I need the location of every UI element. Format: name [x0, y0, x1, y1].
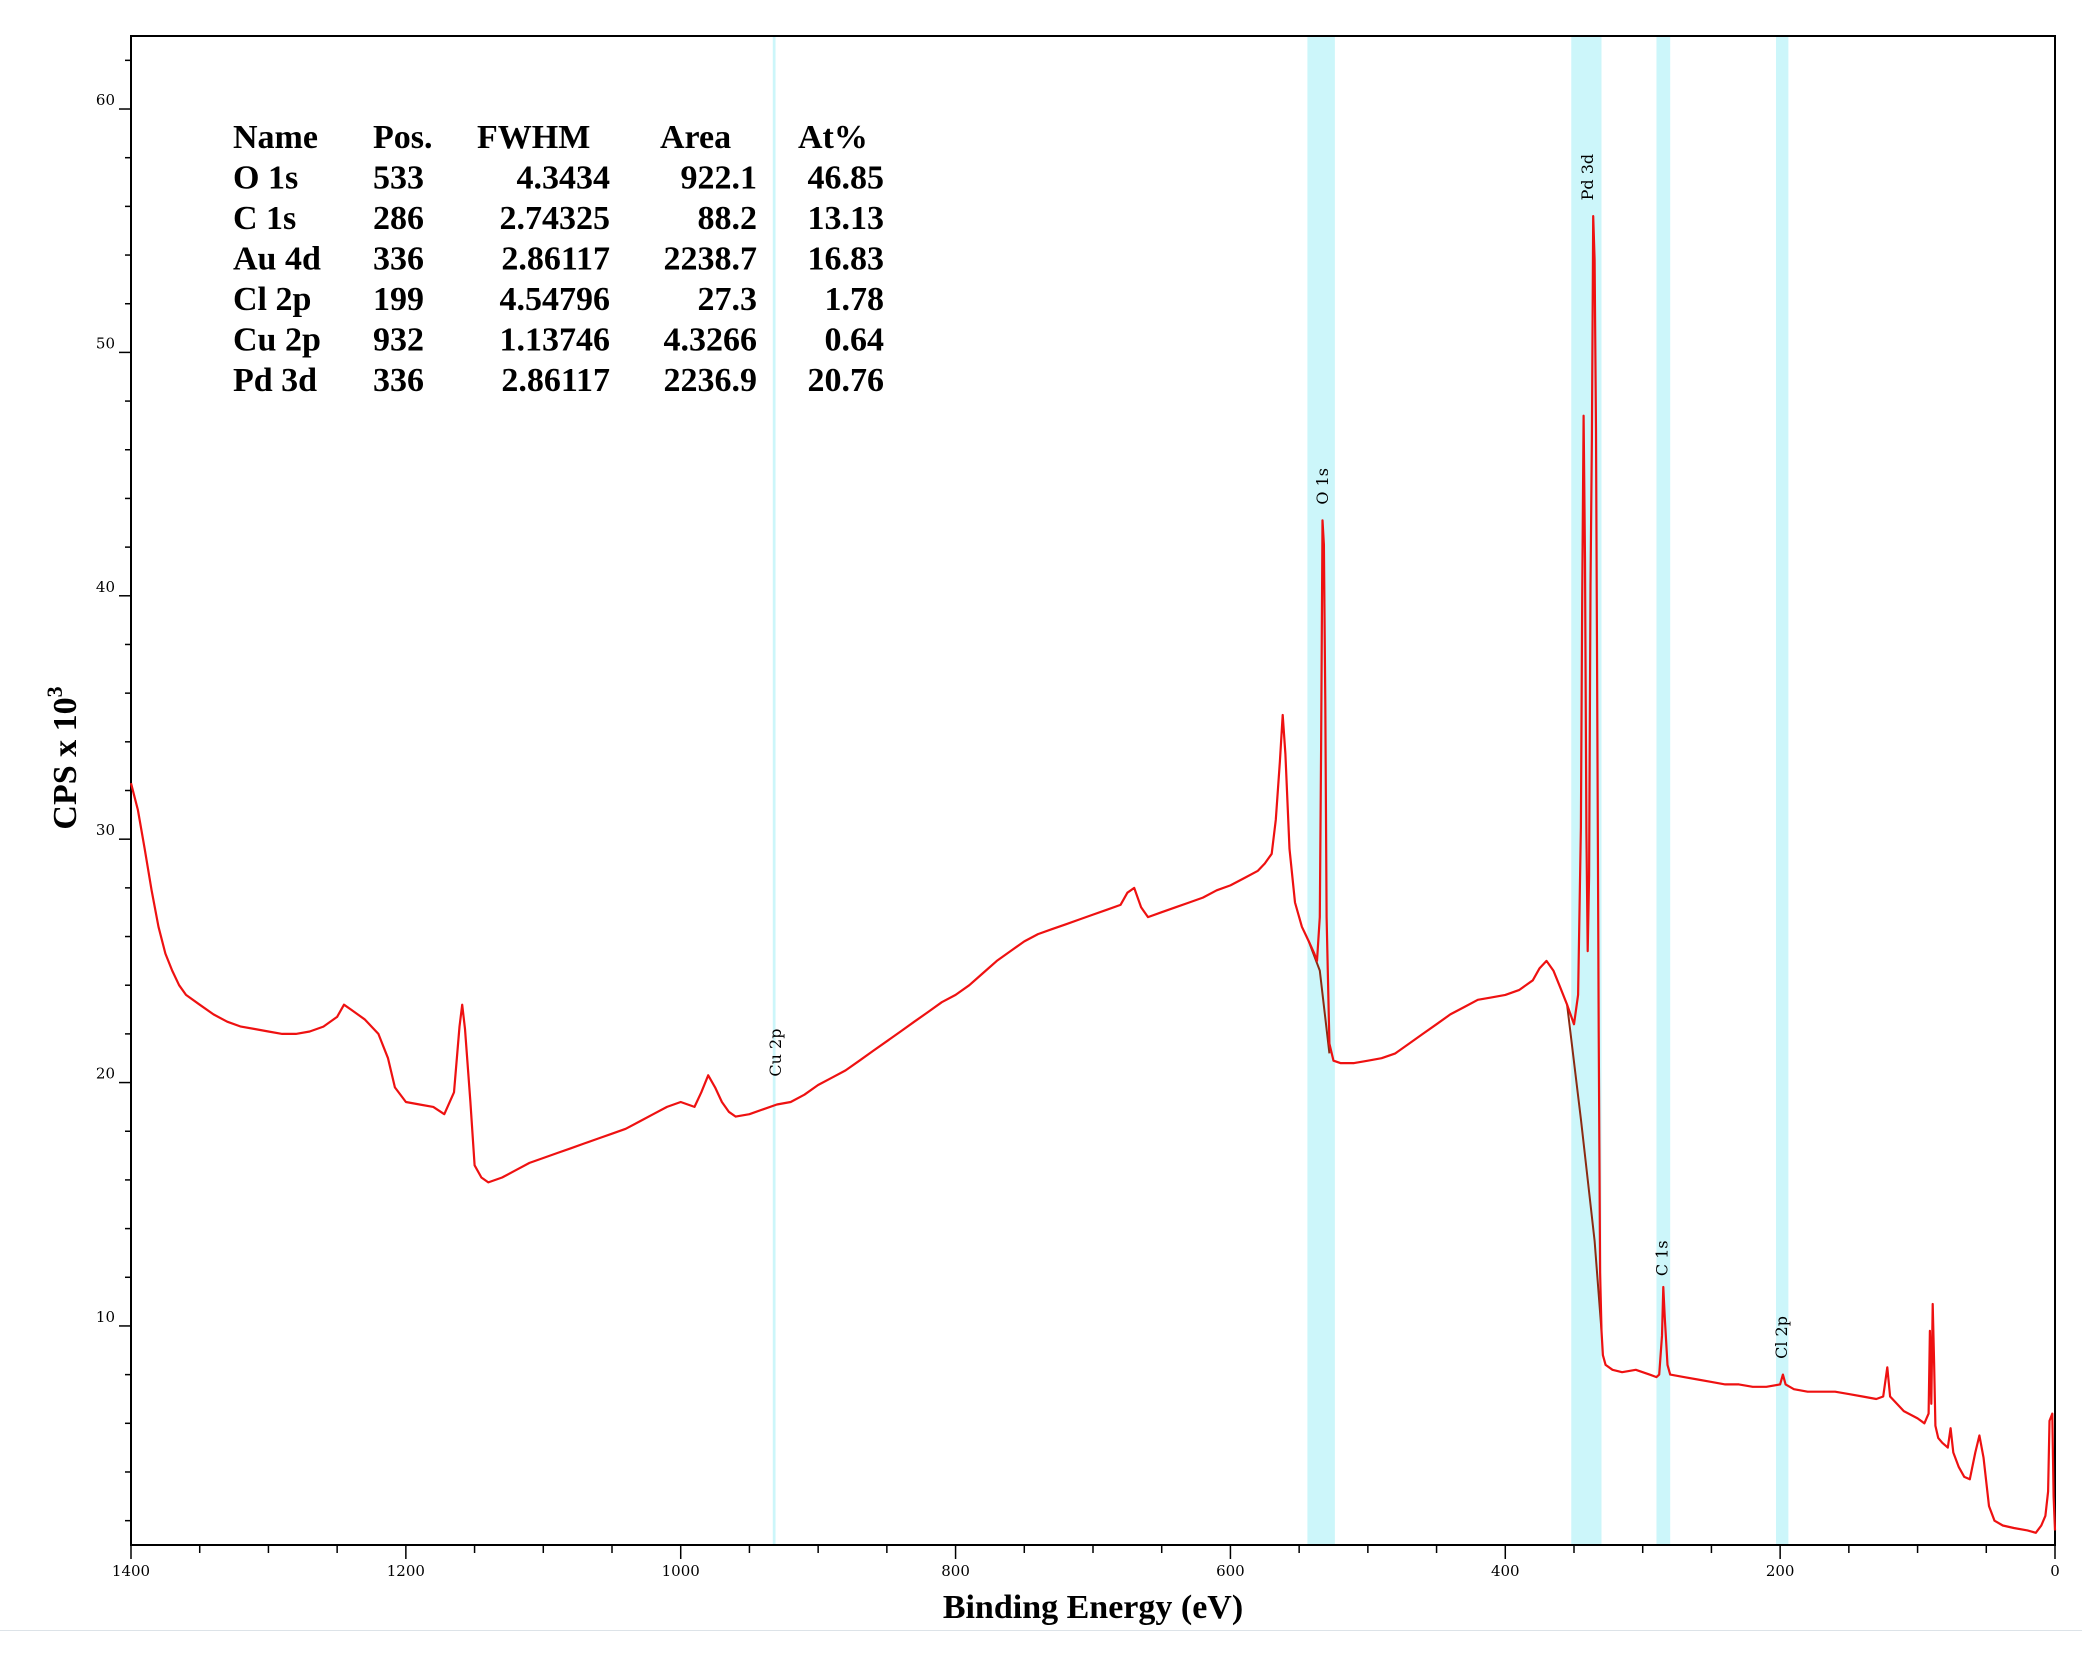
peak-regions	[772, 36, 1789, 1545]
peak-label-c-1s: C 1s	[1652, 1240, 1671, 1276]
peak-label-o-1s: O 1s	[1313, 468, 1332, 505]
table-cell: 20.76	[808, 362, 885, 399]
table-cell: 0.64	[825, 322, 885, 359]
table-header-fwhm: FWHM	[477, 119, 590, 156]
bottom-divider	[0, 1630, 2082, 1631]
table-cell: 199	[373, 281, 424, 318]
table-cell: 1.13746	[500, 322, 611, 359]
x-tick-label: 600	[1216, 1562, 1245, 1580]
table-header-area: Area	[660, 119, 731, 156]
x-tick-label: 200	[1766, 1562, 1795, 1580]
table-cell: 336	[373, 241, 424, 278]
background-baselines	[1307, 941, 1603, 1331]
table-header-pos: Pos.	[373, 119, 433, 156]
table-header-at: At%	[798, 119, 868, 156]
table-header-name: Name	[233, 119, 318, 156]
table-cell: 336	[373, 362, 424, 399]
y-tick-label: 10	[96, 1308, 115, 1326]
table-cell: Au 4d	[233, 241, 321, 278]
x-axis-title: Binding Energy (eV)	[943, 1589, 1243, 1626]
table-cell: 2.86117	[501, 241, 610, 278]
x-tick-label: 400	[1491, 1562, 1520, 1580]
y-tick-label: 50	[96, 334, 115, 352]
table-cell: 922.1	[681, 160, 758, 197]
table-cell: 4.3266	[664, 322, 758, 359]
table-cell: 286	[373, 200, 424, 237]
x-tick-label: 1400	[112, 1562, 150, 1580]
table-cell: Cl 2p	[233, 281, 311, 318]
table-cell: 4.3434	[517, 160, 611, 197]
y-tick-label: 30	[96, 821, 115, 839]
table-cell: C 1s	[233, 200, 296, 237]
table-cell: 46.85	[808, 160, 885, 197]
x-axis: 1400 1200 1000 800 600 400 200 0	[112, 1545, 2060, 1580]
y-axis-title-main: CPS x 10	[47, 697, 84, 829]
spectrum-line	[129, 215, 2057, 1534]
quantification-table: Name Pos. FWHM Area At% O 1s 533 4.3434 922.1 46.…	[233, 119, 884, 399]
table-cell: 88.2	[698, 200, 758, 237]
table-cell: 27.3	[698, 281, 758, 318]
table-cell: 932	[373, 322, 424, 359]
table-cell: 2238.7	[664, 241, 758, 278]
y-axis-title: CPS x 103	[42, 686, 84, 829]
table-cell: 533	[373, 160, 424, 197]
peak-label-pd-3d: Pd 3d	[1578, 154, 1597, 201]
x-tick-label: 1200	[387, 1562, 425, 1580]
x-tick-label: 1000	[662, 1562, 700, 1580]
table-cell: 2236.9	[664, 362, 758, 399]
peak-label-cu-2p: Cu 2p	[766, 1029, 785, 1077]
table-cell: 1.78	[825, 281, 885, 318]
table-cell: 2.86117	[501, 362, 610, 399]
x-tick-label: 800	[941, 1562, 970, 1580]
table-cell: 13.13	[808, 200, 885, 237]
y-tick-label: 20	[96, 1065, 115, 1083]
table-cell: 2.74325	[500, 200, 611, 237]
peak-labels: Cu 2p O 1s Pd 3d C 1s Cl 2p	[766, 154, 1791, 1359]
x-tick-label: 0	[2050, 1562, 2060, 1580]
xps-survey-chart: 1400 1200 1000 800 600 400 200 0 10 20 30 40 50 60 C…	[42, 35, 2060, 1626]
table-cell: Pd 3d	[233, 362, 317, 399]
region-cu-2p	[772, 36, 776, 1545]
y-axis: 10 20 30 40 50 60	[96, 59, 131, 1522]
table-cell: 16.83	[808, 241, 885, 278]
y-tick-label: 40	[96, 578, 115, 596]
table-cell: 4.54796	[500, 281, 611, 318]
y-tick-label: 60	[96, 91, 115, 109]
peak-label-cl-2p: Cl 2p	[1772, 1316, 1791, 1359]
table-cell: Cu 2p	[233, 322, 321, 359]
y-axis-title-exponent: 3	[42, 686, 67, 697]
table-cell: O 1s	[233, 160, 298, 197]
